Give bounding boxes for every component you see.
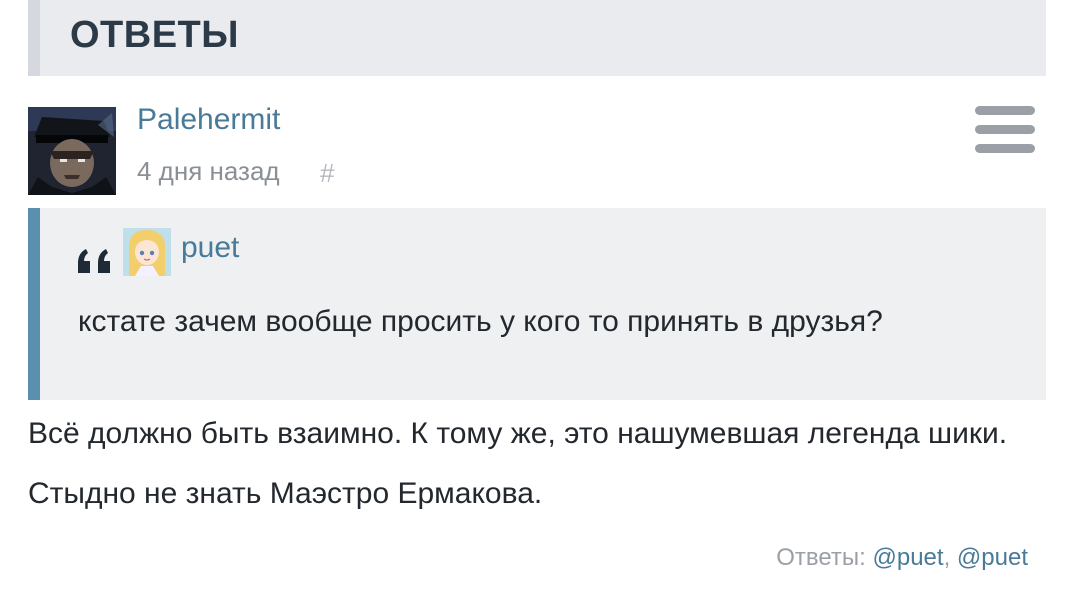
quote-mark-icon bbox=[76, 228, 116, 284]
quote-author-avatar-image bbox=[123, 228, 171, 276]
quote-mark-glyph bbox=[78, 249, 110, 273]
reply-mention-link[interactable]: @puet bbox=[873, 544, 944, 571]
replies-label: Ответы: bbox=[776, 544, 866, 571]
author-avatar[interactable] bbox=[28, 107, 116, 195]
section-header: ОТВЕТЫ bbox=[28, 0, 1046, 76]
comment-body: Всё должно быть взаимно. К тому же, это … bbox=[28, 417, 1008, 510]
quote-block: puet кстате зачем вообще просить у кого … bbox=[28, 208, 1046, 400]
replies-separator: , bbox=[943, 544, 951, 571]
comments-page: ОТВЕТЫ Palehermit 4 дня назад # puet кст… bbox=[0, 0, 1072, 600]
comment-permalink[interactable]: # bbox=[320, 158, 334, 189]
replies-footer: Ответы: @puet, @puet bbox=[776, 544, 1028, 572]
hamburger-menu-icon-bar bbox=[975, 125, 1035, 134]
comment-menu-button[interactable] bbox=[975, 106, 1035, 154]
quote-text: кстате зачем вообще просить у кого то пр… bbox=[78, 305, 883, 338]
quote-accent-bar bbox=[28, 208, 40, 400]
comment-author-link[interactable]: Palehermit bbox=[137, 103, 280, 137]
author-avatar-image bbox=[28, 107, 116, 195]
quote-author-link[interactable]: puet bbox=[181, 231, 239, 265]
hamburger-menu-icon bbox=[975, 106, 1035, 115]
quote-author-avatar[interactable] bbox=[123, 228, 171, 276]
reply-mention-link[interactable]: @puet bbox=[957, 544, 1028, 571]
section-header-accent bbox=[28, 0, 40, 76]
hamburger-menu-icon-bar bbox=[975, 144, 1035, 153]
section-title: ОТВЕТЫ bbox=[70, 14, 239, 56]
comment-timestamp: 4 дня назад bbox=[137, 156, 280, 186]
